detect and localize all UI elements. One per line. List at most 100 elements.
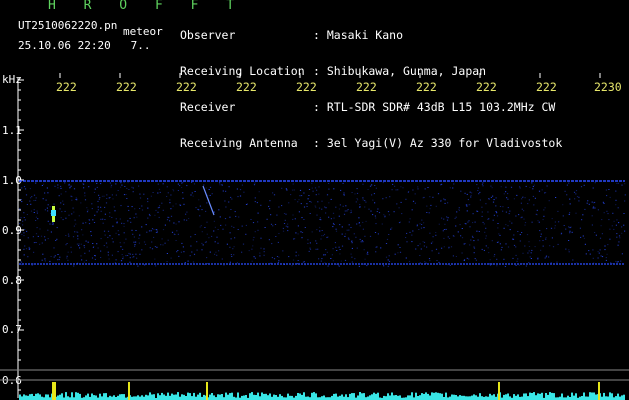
noise-speck [411, 241, 413, 243]
noise-speck [511, 222, 513, 224]
noise-speck [23, 212, 25, 214]
noise-speck [311, 187, 313, 189]
noise-speck [376, 211, 378, 212]
spectrum-bar [551, 392, 553, 400]
noise-speck [616, 219, 618, 221]
noise-speck [126, 198, 128, 199]
noise-speck [587, 200, 589, 202]
meteor-trace [202, 185, 215, 216]
spectrum-bar [71, 392, 73, 400]
noise-speck [96, 182, 98, 184]
noise-speck [136, 257, 138, 259]
noise-speck [436, 260, 438, 261]
noise-speck [509, 229, 511, 231]
noise-speck [557, 210, 559, 212]
noise-speck [318, 193, 320, 195]
noise-speck [301, 237, 303, 239]
noise-speck [20, 199, 22, 201]
noise-speck [22, 220, 24, 222]
spectrum-bar [315, 393, 317, 400]
noise-speck [592, 249, 594, 251]
spectrum-bar [583, 392, 585, 400]
noise-speck [78, 243, 80, 245]
noise-speck [173, 190, 175, 192]
noise-speck [122, 248, 124, 250]
noise-speck [260, 237, 262, 239]
noise-speck [519, 240, 521, 242]
noise-speck [408, 221, 410, 223]
noise-speck [226, 243, 228, 245]
noise-speck [338, 265, 340, 267]
spectrum-spike [206, 382, 208, 400]
noise-speck [594, 182, 596, 184]
spectrum-bar [603, 392, 605, 400]
noise-speck [447, 202, 449, 204]
noise-speck [391, 227, 393, 229]
noise-speck [400, 186, 402, 188]
noise-speck [232, 248, 234, 250]
noise-speck [424, 261, 426, 263]
noise-speck [33, 194, 36, 196]
noise-speck [131, 229, 133, 231]
noise-speck [599, 237, 602, 239]
noise-speck [171, 231, 174, 233]
noise-speck [519, 234, 521, 236]
noise-speck [307, 242, 309, 244]
spectrum-bar [571, 392, 573, 400]
noise-speck [238, 216, 240, 218]
spectrum-bar [311, 392, 313, 400]
noise-speck [324, 262, 326, 264]
noise-speck [347, 237, 350, 239]
spectrum-bar [251, 392, 253, 400]
spectrum-bar [19, 394, 21, 400]
noise-speck [229, 246, 231, 248]
noise-speck [430, 204, 432, 206]
spectrum-bar [351, 393, 353, 400]
noise-speck [319, 226, 321, 228]
noise-speck [213, 211, 215, 213]
noise-speck [432, 241, 434, 243]
noise-speck [566, 184, 568, 186]
spectrum-bar [281, 395, 283, 400]
noise-speck [24, 245, 26, 247]
noise-speck [426, 212, 428, 213]
noise-speck [326, 194, 329, 196]
noise-speck [358, 222, 360, 224]
noise-speck [384, 215, 386, 217]
noise-speck [104, 206, 106, 208]
noise-speck [308, 250, 310, 252]
noise-speck [110, 186, 112, 188]
spectrum-bar [587, 396, 589, 400]
noise-speck [409, 231, 411, 233]
noise-speck [388, 255, 390, 257]
noise-speck [616, 233, 618, 235]
noise-speck [363, 249, 365, 251]
spectrum-bar [453, 394, 455, 400]
noise-speck [432, 236, 434, 238]
noise-speck [518, 264, 520, 266]
noise-speck [303, 192, 305, 194]
noise-speck [218, 250, 220, 252]
noise-speck [123, 194, 126, 196]
noise-speck [524, 224, 526, 226]
noise-speck [390, 228, 392, 230]
noise-speck [259, 255, 261, 257]
noise-speck [531, 182, 533, 184]
noise-speck [347, 209, 349, 211]
noise-speck [569, 231, 571, 233]
noise-speck [572, 259, 574, 261]
spectrum-bar [323, 395, 325, 400]
spectrum-bar [337, 396, 339, 400]
noise-speck [222, 190, 224, 192]
noise-speck [91, 257, 94, 259]
noise-speck [231, 198, 233, 200]
noise-speck [523, 218, 525, 220]
noise-speck [406, 232, 408, 234]
noise-speck [369, 185, 372, 187]
noise-speck [181, 182, 183, 184]
spectrum-bar [605, 396, 607, 400]
noise-speck [128, 252, 130, 254]
noise-speck [385, 197, 387, 199]
noise-speck [157, 183, 159, 185]
noise-speck [113, 206, 115, 208]
